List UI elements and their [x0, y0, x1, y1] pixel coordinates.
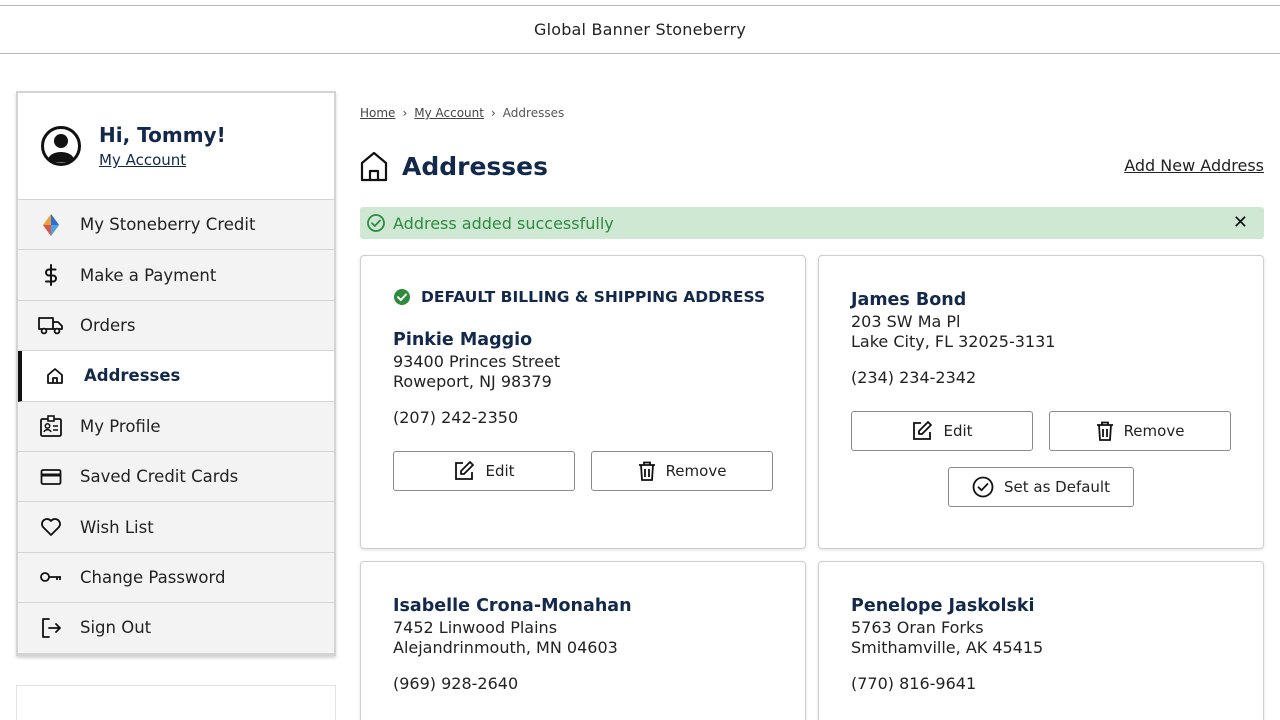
remove-address-button[interactable]: Remove	[591, 451, 773, 491]
credit-card-icon	[38, 465, 64, 489]
user-greeting: Hi, Tommy! My Account	[18, 93, 334, 200]
address-street: 5763 Oran Forks	[851, 618, 984, 637]
address-phone: (969) 928-2640	[393, 674, 519, 693]
heart-icon	[38, 515, 64, 539]
sidebar-item-saved-credit-cards[interactable]: Saved Credit Cards	[18, 451, 334, 503]
address-card: DEFAULT BILLING & SHIPPING ADDRESS Pinki…	[360, 255, 806, 549]
check-circle-icon	[367, 214, 385, 232]
profile-badge-icon	[38, 414, 64, 438]
sign-out-icon	[38, 616, 64, 640]
breadcrumb-home-link[interactable]: Home	[360, 106, 395, 120]
sidebar-item-change-password[interactable]: Change Password	[18, 552, 334, 604]
edit-label: Edit	[943, 422, 973, 440]
sidebar-item-label: My Stoneberry Credit	[80, 215, 256, 235]
dollar-icon	[38, 263, 64, 287]
sidebar-item-label: Make a Payment	[80, 265, 217, 285]
default-address-label: DEFAULT BILLING & SHIPPING ADDRESS	[421, 288, 766, 306]
address-street: 93400 Princes Street	[393, 352, 561, 371]
breadcrumb-account-link[interactable]: My Account	[414, 106, 484, 120]
address-name: Isabelle Crona-Monahan	[393, 596, 632, 616]
trash-icon	[1096, 421, 1113, 441]
key-icon	[38, 565, 64, 589]
sidebar-item-label: Sign Out	[80, 618, 152, 638]
edit-icon	[455, 461, 475, 480]
sidebar-secondary-panel	[16, 685, 336, 720]
chevron-right-icon: ›	[490, 106, 496, 120]
address-phone: (234) 234-2342	[851, 368, 977, 387]
breadcrumb-current: Addresses	[502, 106, 565, 120]
check-circle-icon	[972, 476, 994, 498]
success-alert: Address added successfully ✕	[360, 207, 1264, 239]
sidebar-item-label: My Profile	[80, 416, 161, 436]
sidebar-item-stoneberry-credit[interactable]: My Stoneberry Credit	[18, 200, 334, 251]
alert-message: Address added successfully	[393, 213, 614, 233]
address-card: James Bond 203 SW Ma Pl Lake City, FL 32…	[818, 255, 1264, 549]
sidebar-item-label: Orders	[80, 315, 136, 335]
remove-label: Remove	[665, 462, 727, 480]
set-as-default-button[interactable]: Set as Default	[948, 467, 1134, 507]
home-icon	[360, 151, 388, 182]
chevron-right-icon: ›	[402, 106, 408, 120]
sidebar-item-my-profile[interactable]: My Profile	[18, 401, 334, 452]
home-icon	[42, 364, 68, 388]
address-city: Roweport, NJ 98379	[393, 372, 552, 391]
address-street: 203 SW Ma Pl	[851, 312, 961, 331]
default-address-badge: DEFAULT BILLING & SHIPPING ADDRESS	[393, 288, 773, 306]
sidebar-item-orders[interactable]: Orders	[18, 300, 334, 352]
user-avatar-icon	[41, 126, 81, 166]
sidebar-item-addresses[interactable]: Addresses	[18, 351, 334, 402]
sidebar-item-sign-out[interactable]: Sign Out	[18, 603, 334, 654]
my-account-link[interactable]: My Account	[99, 151, 186, 169]
sidebar-item-label: Saved Credit Cards	[80, 467, 239, 487]
address-name: James Bond	[851, 290, 967, 310]
sidebar-item-wish-list[interactable]: Wish List	[18, 502, 334, 553]
page-title: Addresses	[402, 151, 549, 181]
address-city: Smithamville, AK 45415	[851, 638, 1044, 657]
check-circle-filled-icon	[394, 289, 410, 305]
edit-address-button[interactable]: Edit	[393, 451, 575, 491]
address-phone: (770) 816-9641	[851, 674, 977, 693]
banner-text: Global Banner Stoneberry	[533, 20, 747, 39]
sidebar-item-make-payment[interactable]: Make a Payment	[18, 250, 334, 301]
sidebar-item-label: Change Password	[80, 567, 226, 587]
remove-label: Remove	[1123, 422, 1185, 440]
address-city: Alejandrinmouth, MN 04603	[393, 638, 618, 657]
remove-address-button[interactable]: Remove	[1049, 411, 1231, 451]
address-phone: (207) 242-2350	[393, 408, 519, 427]
stoneberry-credit-icon	[38, 213, 64, 237]
greeting-text: Hi, Tommy!	[99, 123, 226, 147]
breadcrumb: Home › My Account › Addresses	[360, 106, 564, 120]
account-sidebar: Hi, Tommy! My Account My Stoneberry Cred…	[16, 91, 336, 656]
edit-address-button[interactable]: Edit	[851, 411, 1033, 451]
address-street: 7452 Linwood Plains	[393, 618, 558, 637]
address-city: Lake City, FL 32025-3131	[851, 332, 1056, 351]
address-card: Isabelle Crona-Monahan 7452 Linwood Plai…	[360, 561, 806, 720]
close-icon[interactable]: ✕	[1233, 212, 1248, 233]
edit-label: Edit	[485, 462, 515, 480]
add-new-address-link[interactable]: Add New Address	[1124, 156, 1264, 175]
address-name: Pinkie Maggio	[393, 330, 533, 350]
sidebar-item-label: Addresses	[84, 366, 181, 386]
address-card: Penelope Jaskolski 5763 Oran Forks Smith…	[818, 561, 1264, 720]
truck-icon	[38, 313, 64, 337]
page-header: Addresses	[360, 150, 548, 182]
global-banner: Global Banner Stoneberry	[0, 6, 1280, 54]
edit-icon	[913, 421, 933, 440]
address-name: Penelope Jaskolski	[851, 596, 1035, 616]
sidebar-item-label: Wish List	[80, 517, 154, 537]
trash-icon	[638, 461, 655, 481]
set-default-label: Set as Default	[1004, 478, 1110, 496]
